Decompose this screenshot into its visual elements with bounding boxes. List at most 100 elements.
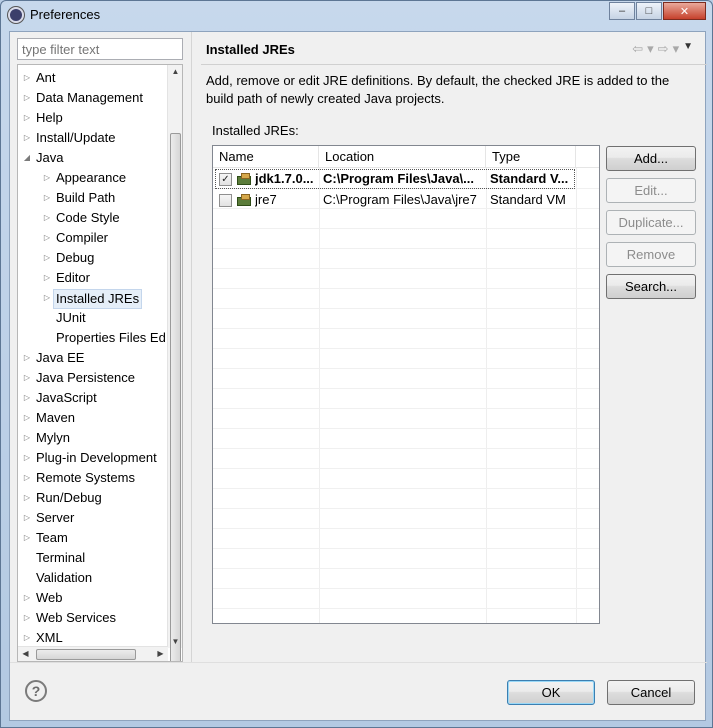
maximize-button[interactable]: □ (636, 2, 662, 20)
tree-item-label: Ant (36, 70, 56, 85)
collapsed-triangle-icon[interactable]: ▷ (42, 229, 52, 247)
collapsed-triangle-icon[interactable]: ▷ (22, 629, 32, 647)
remove-button[interactable]: Remove (606, 242, 696, 267)
tree-item[interactable]: ▷ Web Services (18, 609, 168, 627)
tree-item-label: Properties Files Ed (56, 330, 166, 345)
column-divider (319, 168, 320, 623)
dialog-body: ▷ Ant ▷ Data Management ▷ Help ▷ Install/Update… (9, 31, 707, 721)
cancel-button[interactable]: Cancel (607, 680, 695, 705)
vertical-scroll-thumb[interactable] (170, 133, 181, 661)
tree-item[interactable]: JUnit (18, 309, 168, 327)
tree-item[interactable]: ▷ Run/Debug (18, 489, 168, 507)
duplicate-button[interactable]: Duplicate... (606, 210, 696, 235)
tree-item[interactable]: ▷ Mylyn (18, 429, 168, 447)
column-header-location[interactable]: Location (319, 146, 486, 168)
forward-arrow-icon[interactable]: ⇨ (658, 41, 669, 57)
tree-item-label: Installed JREs (53, 289, 143, 309)
collapsed-triangle-icon[interactable]: ▷ (42, 169, 52, 187)
collapsed-triangle-icon[interactable]: ▷ (22, 129, 32, 147)
tree-item[interactable]: ▷ Appearance (18, 169, 168, 187)
jre-checkbox[interactable] (219, 194, 232, 207)
cell-location: C:\Program Files\Java\... (323, 171, 475, 186)
tree-item[interactable]: ▷ Java Persistence (18, 369, 168, 387)
tree-item[interactable]: ▷ Compiler (18, 229, 168, 247)
column-header-name[interactable]: Name (213, 146, 319, 168)
tree-item[interactable]: ▷ Ant (18, 69, 168, 87)
tree-item[interactable]: Properties Files Ed (18, 329, 168, 347)
tree-item[interactable]: Terminal (18, 549, 168, 567)
table-row[interactable]: jre7 C:\Program Files\Java\jre7 Standard V… (213, 190, 599, 210)
tree-item-label: Web Services (36, 610, 116, 625)
pane-splitter[interactable] (191, 32, 193, 662)
collapsed-triangle-icon[interactable]: ▷ (42, 249, 52, 267)
horizontal-scroll-thumb[interactable] (36, 649, 136, 660)
row-gridline (213, 368, 599, 369)
tree-item[interactable]: ▷ Editor (18, 269, 168, 287)
tree-item[interactable]: ▷ XML (18, 629, 168, 647)
tree-item-label: Mylyn (36, 430, 70, 445)
page-navigation: ⇦ ▾ ⇨ ▾ ▼ (632, 41, 693, 57)
tree-item[interactable]: ▷ Server (18, 509, 168, 527)
tree-horizontal-scrollbar[interactable]: ◀ ▶ (18, 646, 168, 661)
expanded-triangle-icon[interactable]: ◢ (22, 149, 32, 167)
collapsed-triangle-icon[interactable]: ▷ (22, 469, 32, 487)
tree-item[interactable]: ▷ JavaScript (18, 389, 168, 407)
ok-button[interactable]: OK (507, 680, 595, 705)
collapsed-triangle-icon[interactable]: ▷ (22, 429, 32, 447)
tree-item[interactable]: ◢ Java (18, 149, 168, 167)
collapsed-triangle-icon[interactable]: ▷ (22, 349, 32, 367)
forward-menu-chevron-icon[interactable]: ▾ (673, 41, 680, 57)
scroll-right-arrow-icon[interactable]: ▶ (153, 649, 168, 658)
search-button[interactable]: Search... (606, 274, 696, 299)
back-menu-chevron-icon[interactable]: ▾ (647, 41, 654, 57)
minimize-button[interactable]: – (609, 2, 635, 20)
tree-item-label: Java Persistence (36, 370, 135, 385)
collapsed-triangle-icon[interactable]: ▷ (22, 69, 32, 87)
tree-item[interactable]: ▷ Web (18, 589, 168, 607)
tree-item[interactable]: ▷ Data Management (18, 89, 168, 107)
scroll-left-arrow-icon[interactable]: ◀ (18, 649, 33, 658)
add-button[interactable]: Add... (606, 146, 696, 171)
collapsed-triangle-icon[interactable]: ▷ (22, 449, 32, 467)
filter-input[interactable] (17, 38, 183, 60)
title-bar[interactable]: Preferences – □ ✕ (1, 1, 712, 31)
row-gridline (213, 328, 599, 329)
tree-item[interactable]: ▷ Team (18, 529, 168, 547)
collapsed-triangle-icon[interactable]: ▷ (22, 609, 32, 627)
scroll-down-arrow-icon[interactable]: ▼ (168, 637, 182, 646)
back-arrow-icon[interactable]: ⇦ (632, 41, 643, 57)
tree-item[interactable]: ▷ Build Path (18, 189, 168, 207)
collapsed-triangle-icon[interactable]: ▷ (22, 89, 32, 107)
collapsed-triangle-icon[interactable]: ▷ (42, 289, 52, 307)
tree-item[interactable]: ▷ Installed JREs (18, 289, 168, 309)
collapsed-triangle-icon[interactable]: ▷ (42, 189, 52, 207)
tree-item[interactable]: ▷ Install/Update (18, 129, 168, 147)
help-icon[interactable]: ? (25, 680, 47, 702)
tree-item[interactable]: ▷ Remote Systems (18, 469, 168, 487)
collapsed-triangle-icon[interactable]: ▷ (42, 209, 52, 227)
collapsed-triangle-icon[interactable]: ▷ (42, 269, 52, 287)
tree-vertical-scrollbar[interactable]: ▲ ▼ (167, 65, 182, 661)
collapsed-triangle-icon[interactable]: ▷ (22, 509, 32, 527)
tree-item[interactable]: ▷ Java EE (18, 349, 168, 367)
view-menu-icon[interactable]: ▼ (683, 41, 693, 57)
collapsed-triangle-icon[interactable]: ▷ (22, 589, 32, 607)
tree-item[interactable]: ▷ Code Style (18, 209, 168, 227)
collapsed-triangle-icon[interactable]: ▷ (22, 369, 32, 387)
tree-item[interactable]: ▷ Maven (18, 409, 168, 427)
collapsed-triangle-icon[interactable]: ▷ (22, 529, 32, 547)
close-button[interactable]: ✕ (663, 2, 706, 20)
tree-item[interactable]: ▷ Plug-in Development (18, 449, 168, 467)
collapsed-triangle-icon[interactable]: ▷ (22, 109, 32, 127)
jre-checkbox[interactable]: ✓ (219, 173, 232, 186)
scroll-up-arrow-icon[interactable]: ▲ (168, 67, 182, 76)
collapsed-triangle-icon[interactable]: ▷ (22, 409, 32, 427)
tree-item[interactable]: ▷ Help (18, 109, 168, 127)
collapsed-triangle-icon[interactable]: ▷ (22, 389, 32, 407)
column-header-type[interactable]: Type (486, 146, 576, 168)
tree-item[interactable]: ▷ Debug (18, 249, 168, 267)
tree-item[interactable]: Validation (18, 569, 168, 587)
table-row[interactable]: ✓ jdk1.7.0... C:\Program Files\Java\... Sta… (215, 169, 575, 189)
collapsed-triangle-icon[interactable]: ▷ (22, 489, 32, 507)
edit-button[interactable]: Edit... (606, 178, 696, 203)
